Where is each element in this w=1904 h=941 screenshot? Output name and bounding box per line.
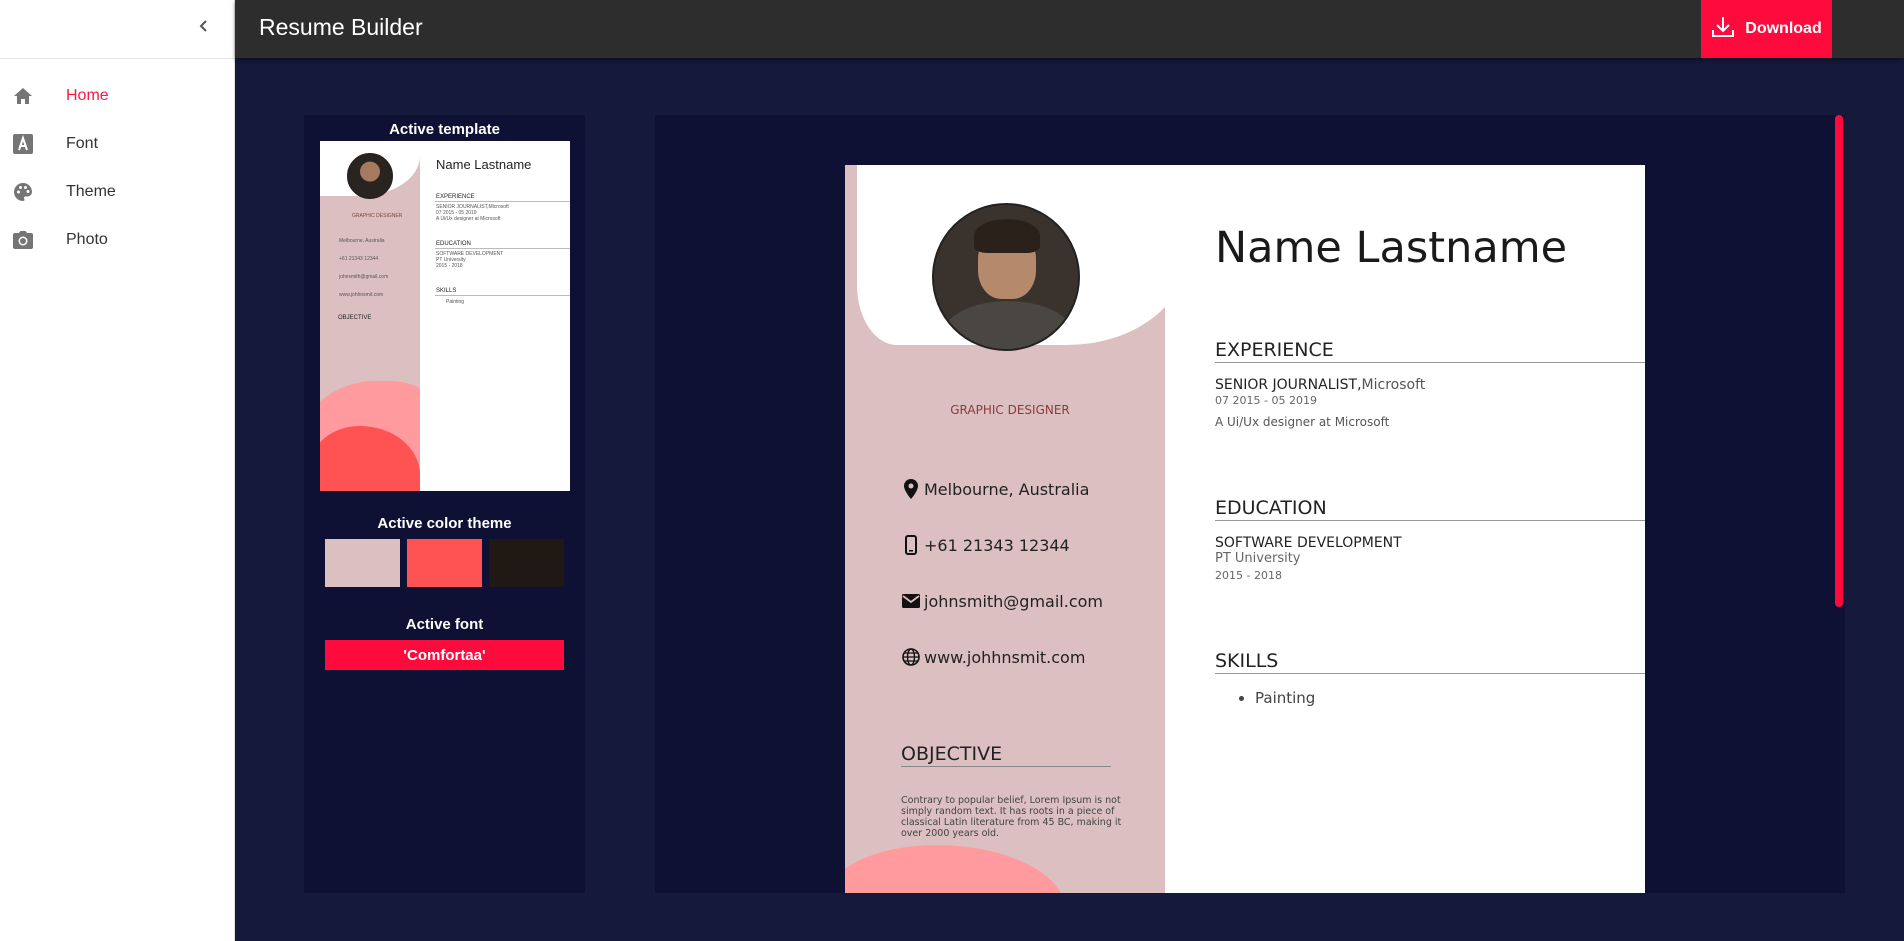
- color-swatch-dark[interactable]: [489, 539, 564, 587]
- sidebar-item-photo[interactable]: Photo: [0, 216, 234, 264]
- font-icon: [12, 133, 34, 155]
- thumb-education: EDUCATION: [436, 241, 471, 247]
- phone-text: +61 21343 12344: [924, 535, 1070, 555]
- thumb-web: www.johhnsmit.com: [339, 292, 384, 298]
- thumb-name: Name Lastname: [436, 157, 532, 172]
- education-degree: SOFTWARE DEVELOPMENT: [1215, 535, 1402, 551]
- sidebar-nav: Home Font Theme Photo: [0, 72, 234, 264]
- color-swatches: [325, 539, 564, 587]
- camera-icon: [12, 229, 34, 251]
- sidebar-item-theme[interactable]: Theme: [0, 168, 234, 216]
- thumb-skill: Painting: [446, 299, 465, 305]
- sidebar-item-label: Theme: [66, 183, 116, 200]
- active-font-button[interactable]: 'Comfortaa': [325, 640, 564, 670]
- app-title: Resume Builder: [259, 14, 423, 40]
- objective-title: OBJECTIVE: [901, 743, 1111, 767]
- objective-text: Contrary to popular belief, Lorem Ipsum …: [901, 795, 1122, 839]
- thumb-edu-date: 2015 - 2018: [436, 263, 463, 269]
- phone-icon: [902, 535, 920, 555]
- thumb-divider: [435, 201, 570, 202]
- thumb-location: Melbourne, Australia: [339, 238, 385, 244]
- contact-email: johnsmith@gmail.com: [902, 591, 1103, 611]
- sidebar-item-label: Photo: [66, 231, 108, 248]
- experience-position: SENIOR JOURNALIST,: [1215, 377, 1362, 393]
- sidebar-item-home[interactable]: Home: [0, 72, 234, 120]
- experience-dates: 07 2015 - 05 2019: [1215, 394, 1317, 407]
- thumb-experience: EXPERIENCE: [436, 194, 475, 200]
- chevron-left-icon[interactable]: [192, 14, 216, 38]
- thumb-exp-desc: A Ui/Ux designer at Microsoft: [436, 216, 501, 222]
- skills-list: Painting: [1255, 689, 1315, 707]
- sidebar-item-label: Home: [66, 87, 109, 104]
- color-swatch-accent[interactable]: [407, 539, 482, 587]
- experience-entry: SENIOR JOURNALIST,Microsoft: [1215, 377, 1425, 393]
- thumb-divider: [435, 248, 570, 249]
- thumb-objective: OBJECTIVE: [338, 315, 372, 321]
- experience-description: A Ui/Ux designer at Microsoft: [1215, 415, 1390, 429]
- thumb-divider: [435, 295, 570, 296]
- profile-photo[interactable]: [932, 203, 1080, 351]
- resume-page: GRAPHIC DESIGNER Melbourne, Australia +6…: [845, 165, 1645, 893]
- education-title: EDUCATION: [1215, 497, 1645, 521]
- thumb-role: GRAPHIC DESIGNER: [352, 213, 403, 219]
- education-dates: 2015 - 2018: [1215, 569, 1282, 582]
- location-text: Melbourne, Australia: [924, 479, 1090, 499]
- active-template-title: Active template: [389, 121, 500, 138]
- education-school: PT University: [1215, 551, 1301, 566]
- sidebar-divider: [0, 58, 234, 59]
- template-thumbnail[interactable]: Name Lastname GRAPHIC DESIGNER Melbourne…: [320, 141, 570, 491]
- experience-title: EXPERIENCE: [1215, 339, 1645, 363]
- experience-company: Microsoft: [1361, 377, 1426, 393]
- thumb-email: johnsmith@gmail.com: [339, 274, 389, 280]
- resume-name: Name Lastname: [1215, 223, 1568, 273]
- skills-title: SKILLS: [1215, 650, 1645, 674]
- thumb-phone: +61 21343 12344: [339, 256, 379, 262]
- contact-location: Melbourne, Australia: [902, 479, 1089, 499]
- sidebar-item-label: Font: [66, 135, 99, 152]
- email-icon: [902, 591, 920, 611]
- thumb-photo: [347, 153, 393, 199]
- resume-role: GRAPHIC DESIGNER: [950, 403, 1070, 417]
- color-swatch-primary[interactable]: [325, 539, 400, 587]
- download-button[interactable]: Download: [1701, 0, 1832, 58]
- active-color-title: Active color theme: [377, 515, 512, 532]
- contact-phone: +61 21343 12344: [902, 535, 1070, 555]
- download-label: Download: [1745, 20, 1822, 37]
- settings-panel: Active template Name Lastname GRAPHIC DE…: [304, 115, 585, 893]
- sidebar: Home Font Theme Photo: [0, 0, 235, 941]
- home-icon: [12, 85, 34, 107]
- palette-icon: [12, 181, 34, 203]
- active-font-title: Active font: [405, 616, 484, 633]
- globe-icon: [902, 647, 920, 667]
- contact-website: www.johhnsmit.com: [902, 647, 1085, 667]
- top-app-bar: Resume Builder Download: [235, 0, 1904, 58]
- preview-scrollbar[interactable]: [1835, 115, 1843, 607]
- sidebar-item-font[interactable]: Font: [0, 120, 234, 168]
- resume-preview-panel: GRAPHIC DESIGNER Melbourne, Australia +6…: [655, 115, 1845, 893]
- download-icon: [1711, 15, 1735, 44]
- list-item: Painting: [1255, 689, 1315, 707]
- website-text: www.johhnsmit.com: [924, 647, 1086, 667]
- email-text: johnsmith@gmail.com: [924, 591, 1103, 611]
- location-pin-icon: [902, 479, 920, 499]
- thumb-skills: SKILLS: [436, 288, 457, 294]
